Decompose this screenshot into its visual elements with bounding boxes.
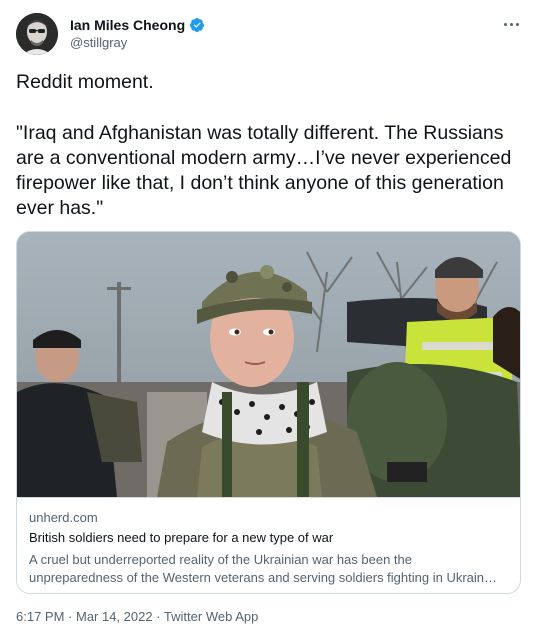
card-description: A cruel but underreported reality of the…: [29, 551, 508, 587]
verified-badge-icon: [190, 18, 205, 32]
card-description-line: A cruel but underreported reality of the…: [29, 552, 413, 567]
card-image[interactable]: [17, 232, 520, 497]
card-body[interactable]: unherd.com British soldiers need to prep…: [17, 497, 520, 587]
tweet-source: Twitter Web App: [163, 609, 259, 624]
tweet: Ian Miles Cheong @stillgray Reddit momen…: [0, 0, 542, 640]
author-name[interactable]: Ian Miles Cheong: [70, 16, 185, 34]
meta-separator: ·: [64, 609, 76, 624]
photo-soldiers-image: [17, 232, 520, 497]
meta-separator: ·: [152, 609, 164, 624]
tweet-time[interactable]: 6:17 PM: [16, 609, 64, 624]
tweet-text: Reddit moment. "Iraq and Afghanistan was…: [16, 70, 521, 221]
card-description-line: unpreparedness of the Western veterans a…: [29, 570, 498, 585]
card-title[interactable]: British soldiers need to prepare for a n…: [29, 529, 508, 547]
card-domain: unherd.com: [29, 510, 98, 525]
tweet-paragraph: "Iraq and Afghanistan was totally differ…: [16, 122, 512, 219]
tweet-date[interactable]: Mar 14, 2022: [76, 609, 153, 624]
avatar[interactable]: [16, 13, 58, 55]
more-horizontal-icon[interactable]: [500, 16, 522, 32]
author-handle[interactable]: @stillgray: [70, 34, 205, 52]
avatar-portrait-image: [16, 13, 58, 55]
author-names: Ian Miles Cheong @stillgray: [70, 16, 205, 52]
tweet-meta: 6:17 PM · Mar 14, 2022 · Twitter Web App: [16, 608, 258, 626]
tweet-paragraph: Reddit moment.: [16, 71, 154, 93]
tweet-time-link[interactable]: 6:17 PM · Mar 14, 2022: [16, 609, 153, 624]
tweet-header: Ian Miles Cheong @stillgray: [16, 10, 526, 58]
author-name-row[interactable]: Ian Miles Cheong: [70, 16, 205, 34]
link-card[interactable]: unherd.com British soldiers need to prep…: [16, 231, 521, 594]
